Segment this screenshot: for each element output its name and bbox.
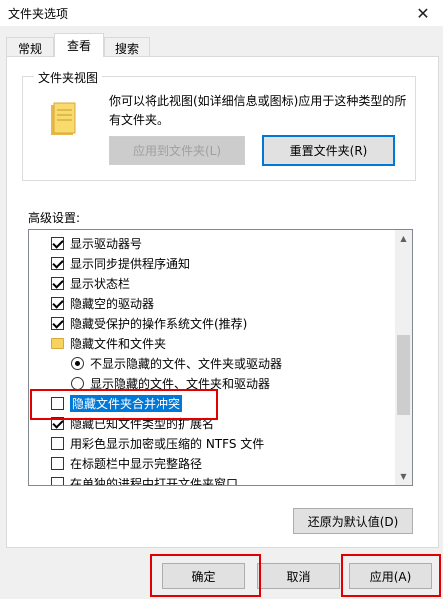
list-item-full-path-title[interactable]: 在标题栏中显示完整路径 bbox=[51, 453, 202, 473]
apply-to-folders-label: 应用到文件夹(L) bbox=[132, 144, 222, 158]
list-item-show-sync-notifications[interactable]: 显示同步提供程序通知 bbox=[51, 253, 190, 273]
checkbox-icon[interactable] bbox=[51, 316, 64, 330]
reset-folders-label: 重置文件夹(R) bbox=[289, 144, 368, 158]
advanced-settings-label: 高级设置: bbox=[28, 211, 81, 225]
list-item-label: 在标题栏中显示完整路径 bbox=[70, 456, 203, 471]
folder-views-legend: 文件夹视图 bbox=[34, 69, 103, 86]
list-item-label: 显示同步提供程序通知 bbox=[70, 256, 191, 271]
checkbox-icon[interactable] bbox=[51, 256, 64, 270]
list-item-label: 显示状态栏 bbox=[70, 276, 131, 291]
cancel-button[interactable]: 取消 bbox=[257, 563, 340, 589]
window-title: 文件夹选项 bbox=[8, 7, 69, 21]
apply-label: 应用(A) bbox=[369, 569, 412, 584]
list-item-label: 显示驱动器号 bbox=[70, 236, 143, 251]
checkbox-icon[interactable] bbox=[51, 476, 64, 485]
checkbox-icon[interactable] bbox=[51, 416, 64, 430]
tab-view[interactable]: 查看 bbox=[54, 33, 104, 57]
radio-icon[interactable] bbox=[71, 356, 84, 370]
apply-button[interactable]: 应用(A) bbox=[349, 563, 432, 589]
list-item-label: 隐藏已知文件类型的扩展名 bbox=[70, 416, 215, 431]
list-item-hide-empty-drives[interactable]: 隐藏空的驱动器 bbox=[51, 293, 154, 313]
scroll-up-icon[interactable]: ▲ bbox=[395, 230, 412, 247]
list-item-hide-folder-merge-conflicts[interactable]: 隐藏文件夹合并冲突 bbox=[51, 393, 183, 413]
list-item-label: 隐藏文件和文件夹 bbox=[70, 336, 167, 351]
restore-defaults-label: 还原为默认值(D) bbox=[307, 514, 399, 529]
folder-icon bbox=[51, 337, 64, 349]
ok-label: 确定 bbox=[191, 569, 216, 584]
checkbox-icon[interactable] bbox=[51, 436, 64, 450]
tab-view-label: 查看 bbox=[66, 39, 91, 53]
list-item-label: 隐藏文件夹合并冲突 bbox=[70, 394, 183, 412]
list-item-label: 隐藏空的驱动器 bbox=[70, 296, 155, 311]
folder-icon bbox=[51, 102, 76, 135]
list-item-label: 用彩色显示加密或压缩的 NTFS 文件 bbox=[70, 436, 265, 451]
checkbox-icon[interactable] bbox=[51, 396, 64, 410]
apply-to-folders-button[interactable]: 应用到文件夹(L) bbox=[109, 136, 245, 165]
radio-icon[interactable] bbox=[71, 376, 84, 390]
list-item-hide-extensions[interactable]: 隐藏已知文件类型的扩展名 bbox=[51, 413, 214, 433]
list-item-show-status-bar[interactable]: 显示状态栏 bbox=[51, 273, 130, 293]
list-item-show-hidden[interactable]: 显示隐藏的文件、文件夹和驱动器 bbox=[71, 373, 270, 393]
scroll-down-icon[interactable]: ▼ bbox=[395, 468, 412, 485]
checkbox-icon[interactable] bbox=[51, 456, 64, 470]
ok-button[interactable]: 确定 bbox=[162, 563, 245, 589]
list-item-dont-show-hidden[interactable]: 不显示隐藏的文件、文件夹或驱动器 bbox=[71, 353, 282, 373]
checkbox-icon[interactable] bbox=[51, 276, 64, 290]
list-item-label: 不显示隐藏的文件、文件夹或驱动器 bbox=[90, 356, 283, 371]
close-icon[interactable]: ✕ bbox=[403, 0, 443, 26]
folder-views-description: 你可以将此视图(如详细信息或图标)应用于这种类型的所有文件夹。 bbox=[109, 94, 407, 127]
title-bar: 文件夹选项 ✕ bbox=[0, 0, 443, 26]
checkbox-icon[interactable] bbox=[51, 236, 64, 250]
advanced-settings-list[interactable]: 显示驱动器号 显示同步提供程序通知 显示状态栏 隐藏空的驱动器 隐藏受保护的操作… bbox=[28, 229, 413, 486]
reset-folders-button[interactable]: 重置文件夹(R) bbox=[262, 135, 395, 166]
tab-general-label: 常规 bbox=[17, 42, 42, 56]
list-item-label: 隐藏受保护的操作系统文件(推荐) bbox=[70, 316, 248, 331]
tab-search-label: 搜索 bbox=[114, 42, 139, 56]
list-item-hidden-files-group: 隐藏文件和文件夹 bbox=[51, 333, 166, 353]
list-item-color-ntfs[interactable]: 用彩色显示加密或压缩的 NTFS 文件 bbox=[51, 433, 264, 453]
restore-defaults-button[interactable]: 还原为默认值(D) bbox=[293, 508, 413, 534]
list-item-label: 显示隐藏的文件、文件夹和驱动器 bbox=[90, 376, 271, 391]
cancel-label: 取消 bbox=[286, 569, 311, 584]
list-item-hide-protected-os-files[interactable]: 隐藏受保护的操作系统文件(推荐) bbox=[51, 313, 247, 333]
list-item-separate-process[interactable]: 在单独的进程中打开文件夹窗口 bbox=[51, 473, 239, 486]
checkbox-icon[interactable] bbox=[51, 296, 64, 310]
scroll-thumb[interactable] bbox=[397, 335, 410, 415]
list-item-show-drive-letters[interactable]: 显示驱动器号 bbox=[51, 233, 142, 253]
list-scrollbar[interactable]: ▲ ▼ bbox=[395, 230, 412, 485]
list-item-label: 在单独的进程中打开文件夹窗口 bbox=[70, 476, 239, 486]
